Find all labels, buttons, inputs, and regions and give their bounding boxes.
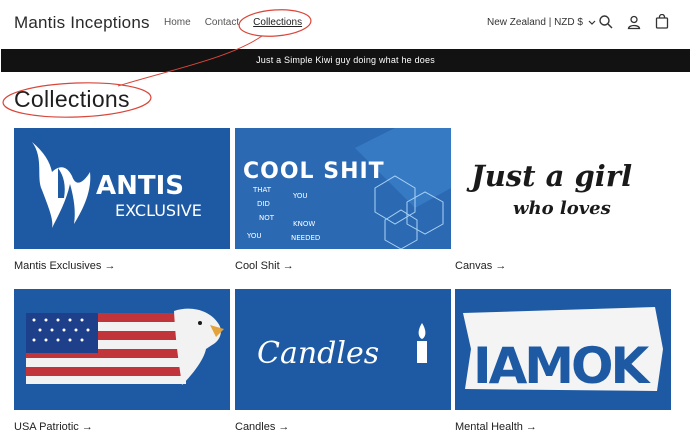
nav-contact[interactable]: Contact [205,17,239,28]
collection-title[interactable]: Canvas → [455,260,671,272]
page-title: Collections [14,86,130,112]
art-word: YOU [246,232,262,240]
chevron-down-icon [588,20,596,25]
cool-shit-art-title: COOL SHIT [243,159,385,184]
collection-image [14,289,230,410]
exclusive-art-text: EXCLUSIVE [115,201,202,220]
collection-card-canvas[interactable]: Just a girl who loves Canvas → [455,128,671,272]
collection-image: Candles [235,289,451,410]
header-icons [598,14,670,30]
candles-art-word: Candles [257,336,379,371]
mantis-art-text: ANTIS [96,171,184,201]
search-icon[interactable] [598,14,614,30]
site-logo[interactable]: Mantis Inceptions [14,13,150,33]
nav-home[interactable]: Home [164,17,191,28]
collection-title[interactable]: Mental Health → [455,421,671,433]
collection-image: ANTIS EXCLUSIVE [14,128,230,249]
main-nav: Home Contact Collections [164,17,302,28]
collection-image: IAMOK [455,289,671,410]
nav-collections[interactable]: Collections [253,17,302,28]
country-currency-selector[interactable]: New Zealand | NZD $ [487,17,596,28]
collection-image: Just a girl who loves [455,128,671,249]
art-word: THAT [252,186,272,194]
art-word: DID [257,200,270,208]
region-label: New Zealand | NZD $ [487,17,583,28]
collection-card-cool-shit[interactable]: COOL SHIT THAT YOU DID NOT KNOW YOU NEED… [235,128,451,272]
collection-title[interactable]: Candles → [235,421,451,433]
collection-card-mantis-exclusives[interactable]: ANTIS EXCLUSIVE Mantis Exclusives → [14,128,230,272]
art-word: KNOW [293,220,315,228]
collection-card-candles[interactable]: Candles Candles → [235,289,451,433]
cart-icon[interactable] [654,14,670,30]
art-word: YOU [292,192,308,200]
site-header: Mantis Inceptions Home Contact Collectio… [0,0,690,48]
collection-title[interactable]: Mantis Exclusives → [14,260,230,272]
collection-card-mental-health[interactable]: IAMOK Mental Health → [455,289,671,433]
account-icon[interactable] [626,14,642,30]
collection-card-usa-patriotic[interactable]: USA Patriotic → [14,289,230,433]
collection-title[interactable]: Cool Shit → [235,260,451,272]
collection-image: COOL SHIT THAT YOU DID NOT KNOW YOU NEED… [235,128,451,249]
canvas-art-line2: who loves [513,198,611,219]
art-word: NEEDED [291,234,320,242]
canvas-art-line1: Just a girl [466,159,632,193]
announcement-bar: Just a Simple Kiwi guy doing what he doe… [1,49,690,72]
art-word: NOT [259,214,275,222]
mental-health-art-text: IAMOK [473,337,652,395]
collection-title[interactable]: USA Patriotic → [14,421,230,433]
